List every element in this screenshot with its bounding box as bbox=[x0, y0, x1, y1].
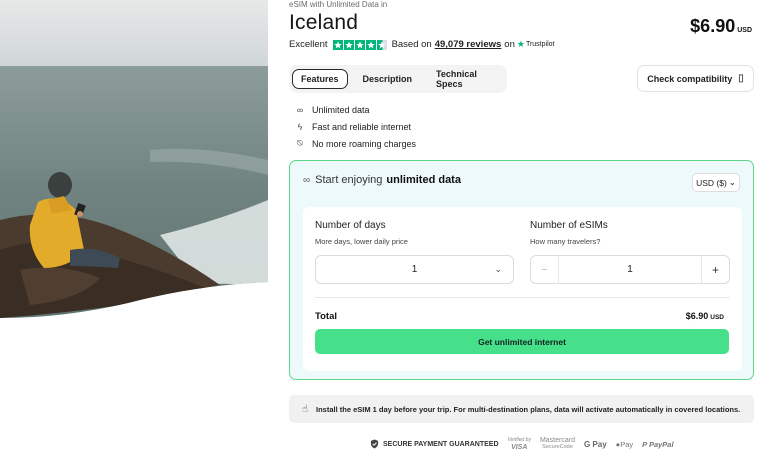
total-value: $6.90 bbox=[685, 311, 709, 321]
infinity-icon: ∞ bbox=[303, 174, 311, 186]
hero-photo bbox=[0, 0, 268, 322]
eyebrow-text: eSIM with Unlimited Data in bbox=[289, 0, 388, 9]
mc-top: Mastercard bbox=[539, 437, 575, 444]
trustpilot-star-icon: ★ bbox=[516, 39, 525, 49]
tab-features[interactable]: Features bbox=[292, 69, 348, 89]
trustpilot-name: Trustpilot bbox=[525, 41, 555, 48]
tab-technical-specs[interactable]: Technical Specs bbox=[427, 64, 498, 94]
star-icon bbox=[332, 39, 343, 50]
hand-pointer-icon: ☝ bbox=[301, 403, 309, 415]
feature-label: Unlimited data bbox=[312, 104, 370, 115]
google-pay-logo: G Pay bbox=[583, 439, 607, 449]
chevron-down-icon: ⌄ bbox=[494, 264, 502, 274]
days-sublabel: More days, lower daily price bbox=[315, 237, 408, 246]
price-value: $6.90 bbox=[690, 16, 736, 36]
card-heading-strong: unlimited data bbox=[386, 174, 461, 186]
increment-button[interactable]: + bbox=[701, 256, 729, 283]
chevron-down-icon: ⌄ bbox=[728, 177, 736, 187]
list-item: ϟ Fast and reliable internet bbox=[293, 118, 416, 135]
currency-select[interactable]: USD ($) ⌄ bbox=[692, 173, 740, 192]
rating-on: on bbox=[504, 39, 515, 50]
days-select[interactable]: 1 ⌄ bbox=[315, 255, 514, 284]
feature-label: No more roaming charges bbox=[312, 138, 417, 149]
no-roaming-icon: ⍉ bbox=[297, 138, 303, 148]
apple-pay-logo: ●Pay bbox=[616, 440, 633, 449]
rating-based-on: Based on bbox=[391, 39, 432, 50]
plan-options: Number of days More days, lower daily pr… bbox=[303, 207, 742, 371]
esims-sublabel: How many travelers? bbox=[530, 237, 601, 246]
currency-value: USD ($) bbox=[696, 177, 727, 188]
trustpilot-rating: Excellent Based on 49,079 reviews on ★ Tr… bbox=[289, 39, 554, 50]
paypal-logo: P PayPal bbox=[642, 440, 673, 449]
payment-methods: SECURE PAYMENT GUARANTEED Verified by VIS… bbox=[370, 437, 674, 451]
star-icon bbox=[365, 39, 376, 50]
paypal-text: PayPal bbox=[648, 439, 674, 449]
price: $6.90 USD bbox=[690, 16, 752, 37]
decrement-button[interactable]: − bbox=[531, 256, 559, 283]
card-heading: ∞ Start enjoying unlimited data bbox=[303, 174, 461, 186]
list-item: ∞ Unlimited data bbox=[293, 101, 416, 118]
tab-description[interactable]: Description bbox=[354, 69, 422, 89]
visa-top: Verified by bbox=[507, 437, 531, 443]
product-tabs: Features Description Technical Specs bbox=[289, 65, 507, 93]
shield-icon bbox=[370, 439, 379, 449]
check-compatibility-button[interactable]: Check compatibility ▯ bbox=[637, 65, 754, 92]
get-unlimited-internet-button[interactable]: Get unlimited internet bbox=[315, 329, 729, 354]
apple-pay-text: Pay bbox=[620, 439, 634, 449]
mc-bottom: SecureCode bbox=[542, 444, 573, 450]
purchase-card: ∞ Start enjoying unlimited data USD ($) … bbox=[289, 160, 754, 380]
infinity-icon: ∞ bbox=[296, 104, 304, 115]
verified-by-visa-logo: Verified by VISA bbox=[508, 437, 531, 451]
star-icon bbox=[354, 39, 365, 50]
lightning-icon: ϟ bbox=[297, 121, 303, 132]
days-value: 1 bbox=[411, 264, 418, 275]
secure-payment-label: SECURE PAYMENT GUARANTEED bbox=[383, 440, 499, 448]
total-currency: USD bbox=[710, 314, 724, 321]
half-star-icon bbox=[376, 39, 387, 50]
install-info-text: Install the eSIM 1 day before your trip.… bbox=[316, 404, 741, 414]
phone-check-icon: ▯ bbox=[738, 73, 744, 84]
esims-quantity-stepper: − 1 + bbox=[530, 255, 730, 284]
paypal-p-icon: P bbox=[642, 439, 649, 449]
esims-value: 1 bbox=[627, 264, 633, 275]
mastercard-securecode-logo: Mastercard SecureCode bbox=[540, 437, 575, 451]
card-heading-prefix: Start enjoying bbox=[315, 174, 383, 186]
rating-stars bbox=[332, 39, 387, 50]
feature-label: Fast and reliable internet bbox=[312, 121, 412, 132]
divider bbox=[315, 297, 730, 298]
total-price: $6.90 USD bbox=[686, 311, 724, 321]
feature-list: ∞ Unlimited data ϟ Fast and reliable int… bbox=[293, 101, 416, 152]
rating-label: Excellent bbox=[289, 39, 328, 50]
visa-bottom: VISA bbox=[511, 444, 528, 451]
price-currency: USD bbox=[737, 27, 752, 34]
check-compatibility-label: Check compatibility bbox=[647, 73, 733, 84]
trustpilot-logo: ★ Trustpilot bbox=[517, 39, 555, 50]
total-label: Total bbox=[315, 311, 337, 322]
list-item: ⍉ No more roaming charges bbox=[293, 135, 416, 152]
install-info-banner: ☝ Install the eSIM 1 day before your tri… bbox=[289, 395, 754, 423]
days-label: Number of days bbox=[315, 220, 386, 231]
page-title: Iceland bbox=[289, 11, 359, 34]
secure-payment: SECURE PAYMENT GUARANTEED bbox=[370, 439, 499, 449]
star-icon bbox=[343, 39, 354, 50]
review-count-link[interactable]: 49,079 reviews bbox=[435, 39, 502, 50]
esims-label: Number of eSIMs bbox=[530, 220, 608, 231]
